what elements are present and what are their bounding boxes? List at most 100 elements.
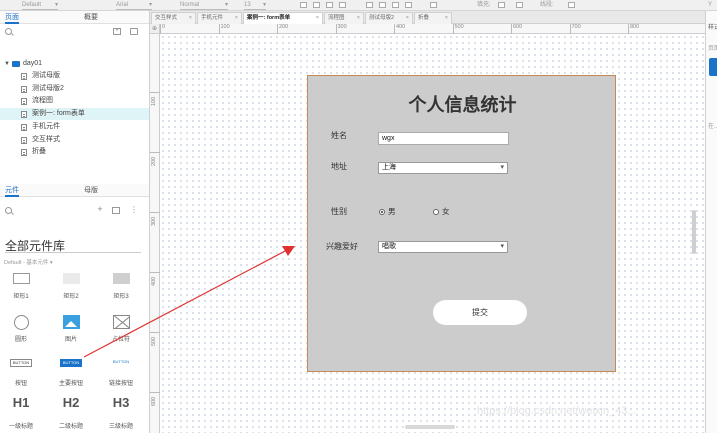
ruler-tick-label: 400 <box>394 24 405 34</box>
tab-masters[interactable]: 母版 <box>84 184 98 197</box>
font-size-select[interactable]: 13 <box>244 0 266 10</box>
widget-label: 主要按钮 <box>58 381 83 387</box>
gender-female-radio[interactable]: 女 <box>433 207 450 217</box>
list-icon[interactable] <box>430 2 437 8</box>
ruler-corner[interactable]: ⊕ <box>150 24 160 34</box>
widget-link-button[interactable]: BUTTON 链接按钮 <box>104 354 138 394</box>
add-page-icon[interactable]: + <box>113 28 121 35</box>
left-panel: 页面 概要 + ▼ day01 测试母版测试母版2 流程图案例一: form表单手… <box>0 11 150 433</box>
widget-ellipse[interactable]: 圆形 <box>4 310 38 350</box>
font-color-icon[interactable] <box>300 2 307 8</box>
ruler-tick-label: 500 <box>151 336 157 346</box>
italic-icon[interactable] <box>326 2 333 8</box>
widget-placeholder[interactable]: 占位符 <box>104 310 138 350</box>
tree-page-item[interactable]: 案例一: form表单 <box>0 108 149 121</box>
canvas-grid[interactable]: 个人信息统计 姓名 wgx 地址 上海 ▾ 性别 男 女 兴趣爱好 唱歌 ▾ 提… <box>160 34 705 433</box>
widget-label: 三级标题 <box>108 424 133 430</box>
close-icon[interactable]: × <box>189 13 192 24</box>
tree-page-item[interactable]: 手机元件 <box>0 121 149 133</box>
document-tab[interactable]: 手机元件 × <box>197 12 242 24</box>
more-icon[interactable]: ⋮ <box>130 206 138 214</box>
placeholder-icon <box>113 315 130 329</box>
right-panel-style-tab[interactable]: 样式 <box>708 22 717 31</box>
search-icon[interactable] <box>5 28 12 35</box>
align-left-icon[interactable] <box>366 2 373 8</box>
widget-image[interactable]: 图片 <box>54 310 88 350</box>
document-tab[interactable]: 案例一: form表单 × <box>243 12 323 24</box>
tab-pages[interactable]: 页面 <box>5 11 19 24</box>
document-tab[interactable]: 测试母版2 × <box>365 12 413 24</box>
tree-page-item[interactable]: 折叠 <box>0 146 149 158</box>
caret-down-icon[interactable]: ▼ <box>4 58 10 70</box>
widget-rectangle-light[interactable]: 矩形2 <box>54 267 88 307</box>
primary-button-icon: BUTTON <box>60 359 82 367</box>
library-tabs: 元件 母版 <box>0 184 149 197</box>
tree-page-item[interactable]: 测试母版2 <box>0 83 149 95</box>
add-library-icon[interactable]: + <box>96 205 104 214</box>
close-icon[interactable]: × <box>235 13 238 24</box>
ruler-tick: 200 <box>150 152 160 166</box>
ruler-tick-label: 600 <box>511 24 522 34</box>
library-subtitle[interactable]: Default - 基本元件 ▾ <box>4 258 53 266</box>
document-tab-label: 手机元件 <box>201 15 224 21</box>
close-icon[interactable]: × <box>445 13 448 24</box>
widget-heading2[interactable]: H2 二级标题 <box>54 395 88 433</box>
fill-color-icon[interactable] <box>498 2 505 8</box>
gender-label: 性别 <box>331 207 347 216</box>
ruler-tick-label: 600 <box>151 396 157 406</box>
align-justify-icon[interactable] <box>405 2 412 8</box>
document-tab[interactable]: 流程图 × <box>324 12 364 24</box>
line-color-icon[interactable] <box>568 2 575 8</box>
document-tab[interactable]: 折叠 × <box>414 12 452 24</box>
tree-folder-day01[interactable]: ▼ day01 <box>0 58 149 70</box>
align-right-icon[interactable] <box>392 2 399 8</box>
close-icon[interactable]: × <box>357 13 360 24</box>
ruler-tick-label: 100 <box>218 24 230 34</box>
fill-gradient-icon[interactable] <box>516 2 523 8</box>
tab-widgets[interactable]: 元件 <box>5 184 19 197</box>
font-family-select[interactable]: Default <box>22 0 58 10</box>
ruler-tick-label: 200 <box>151 156 157 166</box>
pages-search-row: + <box>0 25 149 39</box>
add-folder-icon[interactable] <box>130 28 138 35</box>
widget-button[interactable]: BUTTON 按钮 <box>4 354 38 394</box>
gender-male-label: 男 <box>388 207 396 216</box>
horizontal-scrollbar[interactable] <box>405 425 455 429</box>
document-tab[interactable]: 交互样式 × <box>151 12 196 24</box>
align-center-icon[interactable] <box>379 2 386 8</box>
hobby-select[interactable]: 唱歌 ▾ <box>378 241 508 253</box>
tree-page-label: 测试母版2 <box>32 84 64 92</box>
widget-label: 按钮 <box>14 381 27 387</box>
tab-outline[interactable]: 概要 <box>84 11 98 24</box>
vertical-scrollbar[interactable] <box>692 210 696 254</box>
font-style-select[interactable]: Arial <box>116 0 152 10</box>
widget-heading1[interactable]: H1 一级标题 <box>4 395 38 433</box>
search-icon[interactable] <box>5 207 12 214</box>
submit-button[interactable]: 提交 <box>433 300 527 325</box>
hobby-label: 兴趣爱好 <box>326 242 358 251</box>
widget-rectangle-gray[interactable]: 矩形3 <box>104 267 138 307</box>
name-input[interactable]: wgx <box>378 132 509 145</box>
form-panel[interactable]: 个人信息统计 姓名 wgx 地址 上海 ▾ 性别 男 女 兴趣爱好 唱歌 ▾ 提… <box>307 75 616 372</box>
tree-page-label: 流程图 <box>32 97 53 105</box>
address-label: 地址 <box>331 162 347 171</box>
bold-icon[interactable] <box>313 2 320 8</box>
font-weight-select[interactable]: Normal <box>180 0 228 10</box>
widget-heading3[interactable]: H3 三级标题 <box>104 395 138 433</box>
underline-icon[interactable] <box>339 2 346 8</box>
address-select[interactable]: 上海 ▾ <box>378 162 508 174</box>
close-icon[interactable]: × <box>316 13 319 24</box>
widget-label: 一级标题 <box>8 424 33 430</box>
widget-primary-button[interactable]: BUTTON 主要按钮 <box>54 354 88 394</box>
close-icon[interactable]: × <box>406 13 409 24</box>
form-title: 个人信息统计 <box>408 95 517 115</box>
tree-page-item[interactable]: 交互样式 <box>0 134 149 146</box>
tree-page-item[interactable]: 测试母版 <box>0 70 149 82</box>
y-label: Y <box>708 2 713 8</box>
right-panel-button[interactable] <box>709 58 717 76</box>
tree-page-item[interactable]: 流程图 <box>0 95 149 107</box>
widget-rectangle-outline[interactable]: 矩形1 <box>4 267 38 307</box>
gender-male-radio[interactable]: 男 <box>379 207 396 217</box>
import-library-icon[interactable] <box>112 207 120 214</box>
ruler-tick-label: 200 <box>277 24 288 34</box>
